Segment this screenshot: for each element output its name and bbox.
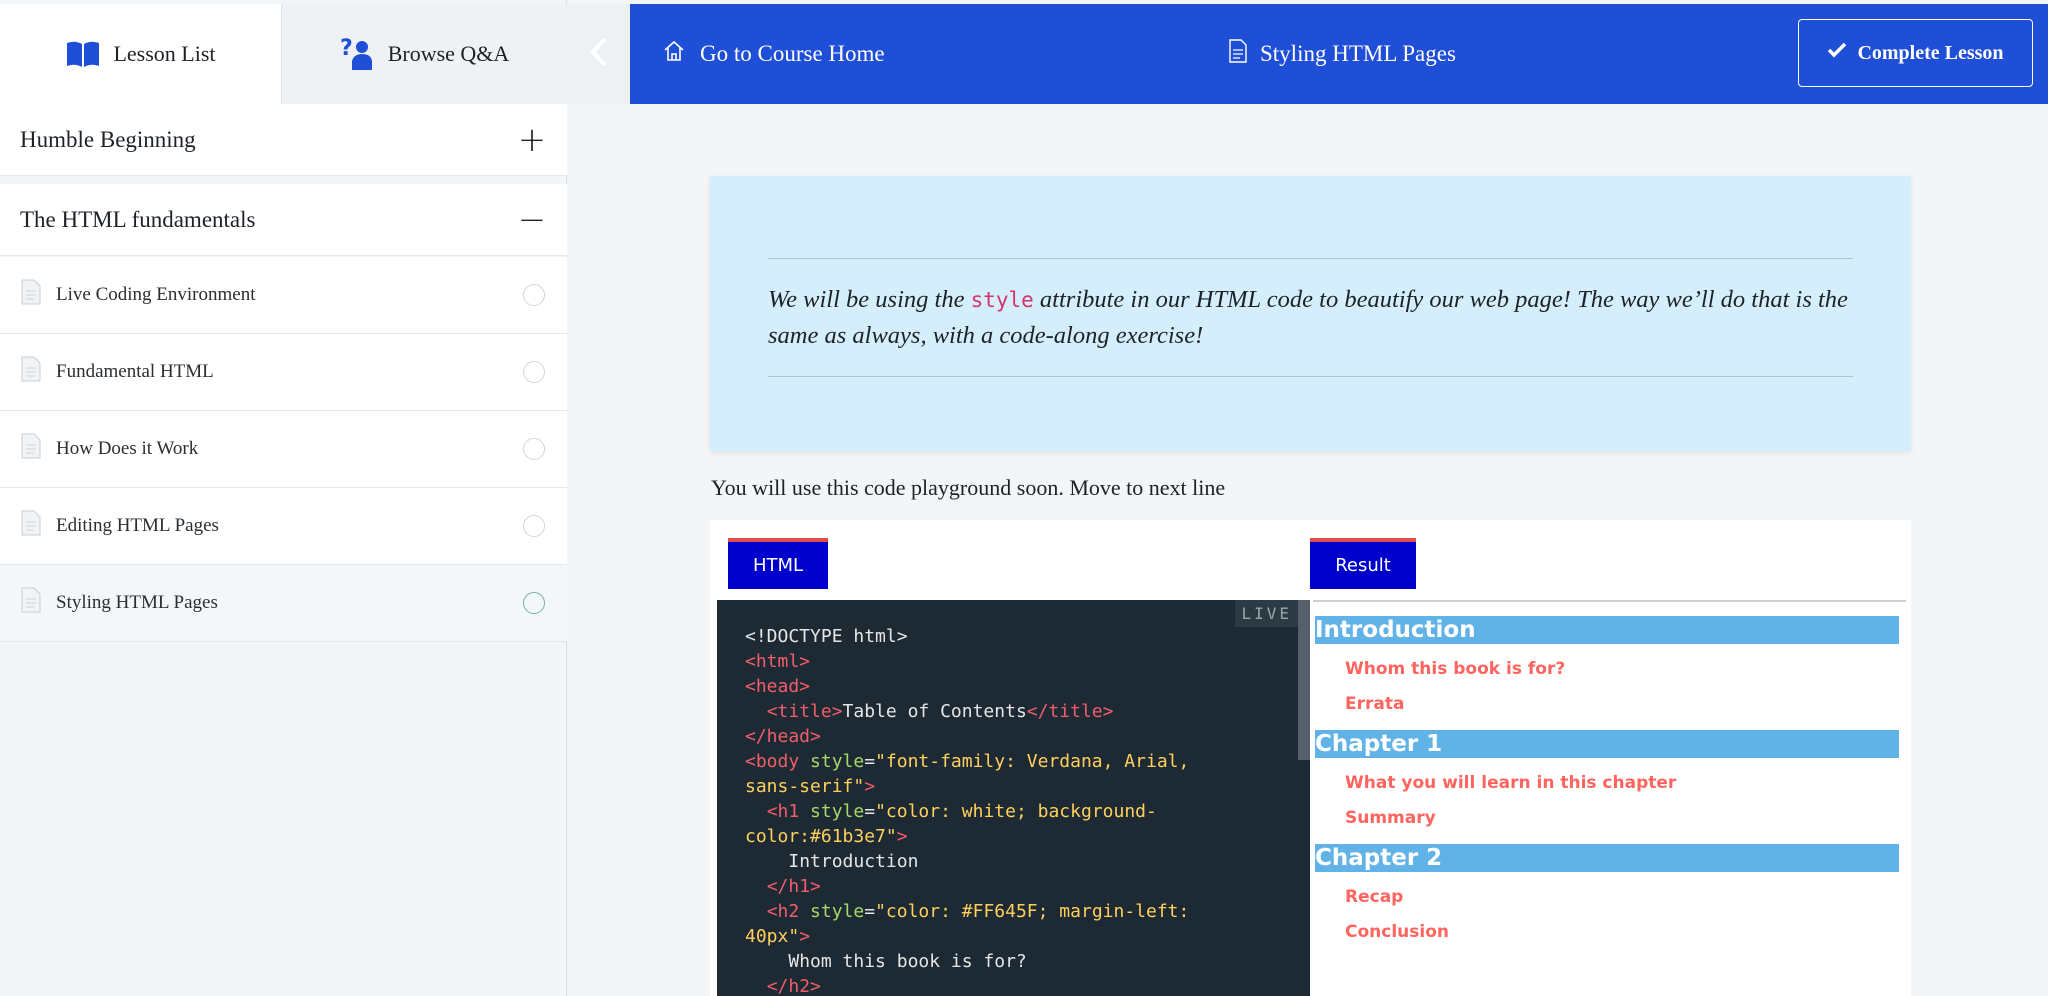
document-icon (20, 587, 42, 619)
status-circle-icon (523, 438, 545, 460)
question-person-icon: ? (340, 37, 376, 71)
lesson-label: Live Coding Environment (56, 284, 256, 305)
code-playground: HTML Result LIVE <!DOCTYPE html> <html> … (710, 520, 1911, 996)
document-icon (1228, 39, 1248, 69)
lesson-item[interactable]: Fundamental HTML (0, 334, 567, 411)
book-icon (65, 39, 101, 69)
status-circle-icon (523, 515, 545, 537)
lesson-label: How Does it Work (56, 438, 199, 459)
result-tab[interactable]: Result (1310, 538, 1416, 589)
complete-lesson-label: Complete Lesson (1857, 41, 2004, 64)
expand-icon[interactable]: + (517, 120, 547, 160)
divider (768, 258, 1853, 259)
course-home-link[interactable]: Go to Course Home (662, 4, 885, 104)
note-text: We will be using the style attribute in … (768, 282, 1853, 354)
section-title: The HTML fundamentals (20, 206, 256, 232)
course-home-label: Go to Course Home (700, 41, 885, 66)
code-content[interactable]: <!DOCTYPE html> <html> <head> <title>Tab… (745, 624, 1189, 996)
lesson-item-active[interactable]: Styling HTML Pages (0, 565, 567, 642)
complete-lesson-button[interactable]: Complete Lesson (1798, 19, 2033, 87)
chevron-left-icon (589, 36, 609, 73)
collapse-sidebar-button[interactable] (567, 4, 630, 104)
current-lesson-title: Styling HTML Pages (1228, 4, 1456, 104)
checkmark-icon (1827, 41, 1847, 65)
result-subheading: Summary (1345, 808, 1436, 828)
top-bar: Go to Course Home Styling HTML Pages Com… (630, 4, 2048, 104)
document-icon (20, 356, 42, 388)
section-humble-beginning[interactable]: Humble Beginning + (0, 104, 567, 176)
status-circle-icon (523, 592, 545, 614)
sidebar-tabs: Lesson List ? Browse Q&A (0, 4, 567, 104)
result-panel: Introduction Whom this book is for? Erra… (1313, 600, 1906, 996)
status-circle-icon (523, 361, 545, 383)
editor-scrollbar[interactable] (1298, 600, 1310, 760)
note-text-part: We will be using the (768, 286, 971, 313)
result-heading-1: Introduction (1315, 616, 1899, 644)
result-subheading: Whom this book is for? (1345, 659, 1566, 679)
section-html-fundamentals[interactable]: The HTML fundamentals − (0, 184, 567, 256)
collapse-icon[interactable]: − (517, 200, 547, 240)
status-circle-icon (523, 284, 545, 306)
current-lesson-label: Styling HTML Pages (1260, 41, 1456, 66)
result-subheading: Recap (1345, 887, 1404, 907)
info-note: We will be using the style attribute in … (710, 176, 1911, 451)
lesson-label: Styling HTML Pages (56, 592, 218, 613)
lesson-item[interactable]: Live Coding Environment (0, 257, 567, 334)
intro-text: You will use this code playground soon. … (711, 475, 1226, 500)
lesson-item[interactable]: Editing HTML Pages (0, 488, 567, 565)
section-title: Humble Beginning (20, 126, 196, 152)
divider (768, 376, 1853, 377)
lesson-label: Fundamental HTML (56, 361, 214, 382)
result-heading-1: Chapter 2 (1315, 844, 1899, 872)
live-badge: LIVE (1235, 600, 1298, 627)
tab-browse-qa[interactable]: ? Browse Q&A (282, 4, 567, 104)
tab-lesson-list-label: Lesson List (113, 41, 216, 66)
tab-lesson-list[interactable]: Lesson List (0, 4, 282, 104)
document-icon (20, 433, 42, 465)
result-subheading: What you will learn in this chapter (1345, 773, 1677, 793)
lesson-item[interactable]: How Does it Work (0, 411, 567, 488)
result-subheading: Conclusion (1345, 922, 1449, 942)
svg-text:?: ? (340, 37, 353, 61)
result-subheading: Errata (1345, 694, 1405, 714)
result-heading-1: Chapter 1 (1315, 730, 1899, 758)
home-icon (662, 39, 686, 69)
tab-browse-qa-label: Browse Q&A (387, 41, 510, 66)
html-tab[interactable]: HTML (728, 538, 828, 589)
document-icon (20, 279, 42, 311)
lesson-label: Editing HTML Pages (56, 515, 219, 536)
sidebar: Lesson List ? Browse Q&A Humble Beginnin… (0, 0, 567, 996)
code-editor[interactable]: LIVE <!DOCTYPE html> <html> <head> <titl… (717, 600, 1310, 996)
document-icon (20, 510, 42, 542)
inline-code: style (970, 288, 1034, 312)
